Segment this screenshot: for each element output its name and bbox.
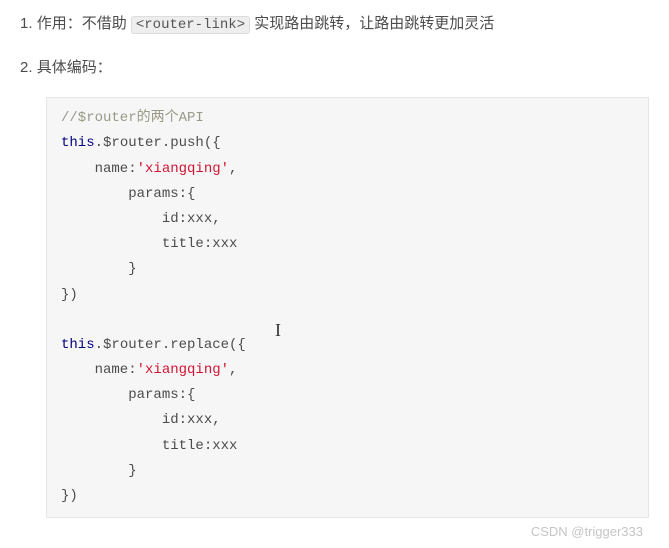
code-text: , [229, 362, 237, 378]
code-string: 'xiangqing' [137, 362, 229, 378]
code-text: params:{ [61, 387, 195, 403]
item-text: 作用：不借助 [37, 15, 127, 32]
code-this: this [61, 135, 95, 151]
item-text: 具体编码： [37, 59, 112, 76]
code-this: this [61, 337, 95, 353]
code-comment: //$router的两个API [61, 110, 204, 126]
code-text: title:xxx [61, 236, 237, 252]
code-text: id:xxx, [61, 412, 221, 428]
inline-code-router-link: <router-link> [131, 16, 250, 34]
item-text-tail: 实现路由跳转，让路由跳转更加灵活 [254, 15, 494, 32]
code-text: name: [61, 161, 137, 177]
item-number: 1. [20, 15, 33, 32]
code-text: } [61, 463, 137, 479]
code-text: } [61, 261, 137, 277]
code-text: }) [61, 287, 78, 303]
code-text: , [229, 161, 237, 177]
code-text: params:{ [61, 186, 195, 202]
code-text: }) [61, 488, 78, 504]
code-string: 'xiangqing' [137, 161, 229, 177]
list-item-2: 2. 具体编码： [20, 54, 649, 81]
code-text: title:xxx [61, 438, 237, 454]
code-block: //$router的两个API this.$router.push({ name… [46, 97, 649, 518]
code-text: .$router.replace({ [95, 337, 246, 353]
list-item-1: 1. 作用：不借助 <router-link> 实现路由跳转，让路由跳转更加灵活 [20, 10, 649, 38]
code-text: .$router.push({ [95, 135, 221, 151]
code-text: name: [61, 362, 137, 378]
item-number: 2. [20, 59, 33, 76]
ibeam-cursor-icon: I [275, 314, 281, 346]
code-text: id:xxx, [61, 211, 221, 227]
watermark: CSDN @trigger333 [20, 524, 649, 539]
